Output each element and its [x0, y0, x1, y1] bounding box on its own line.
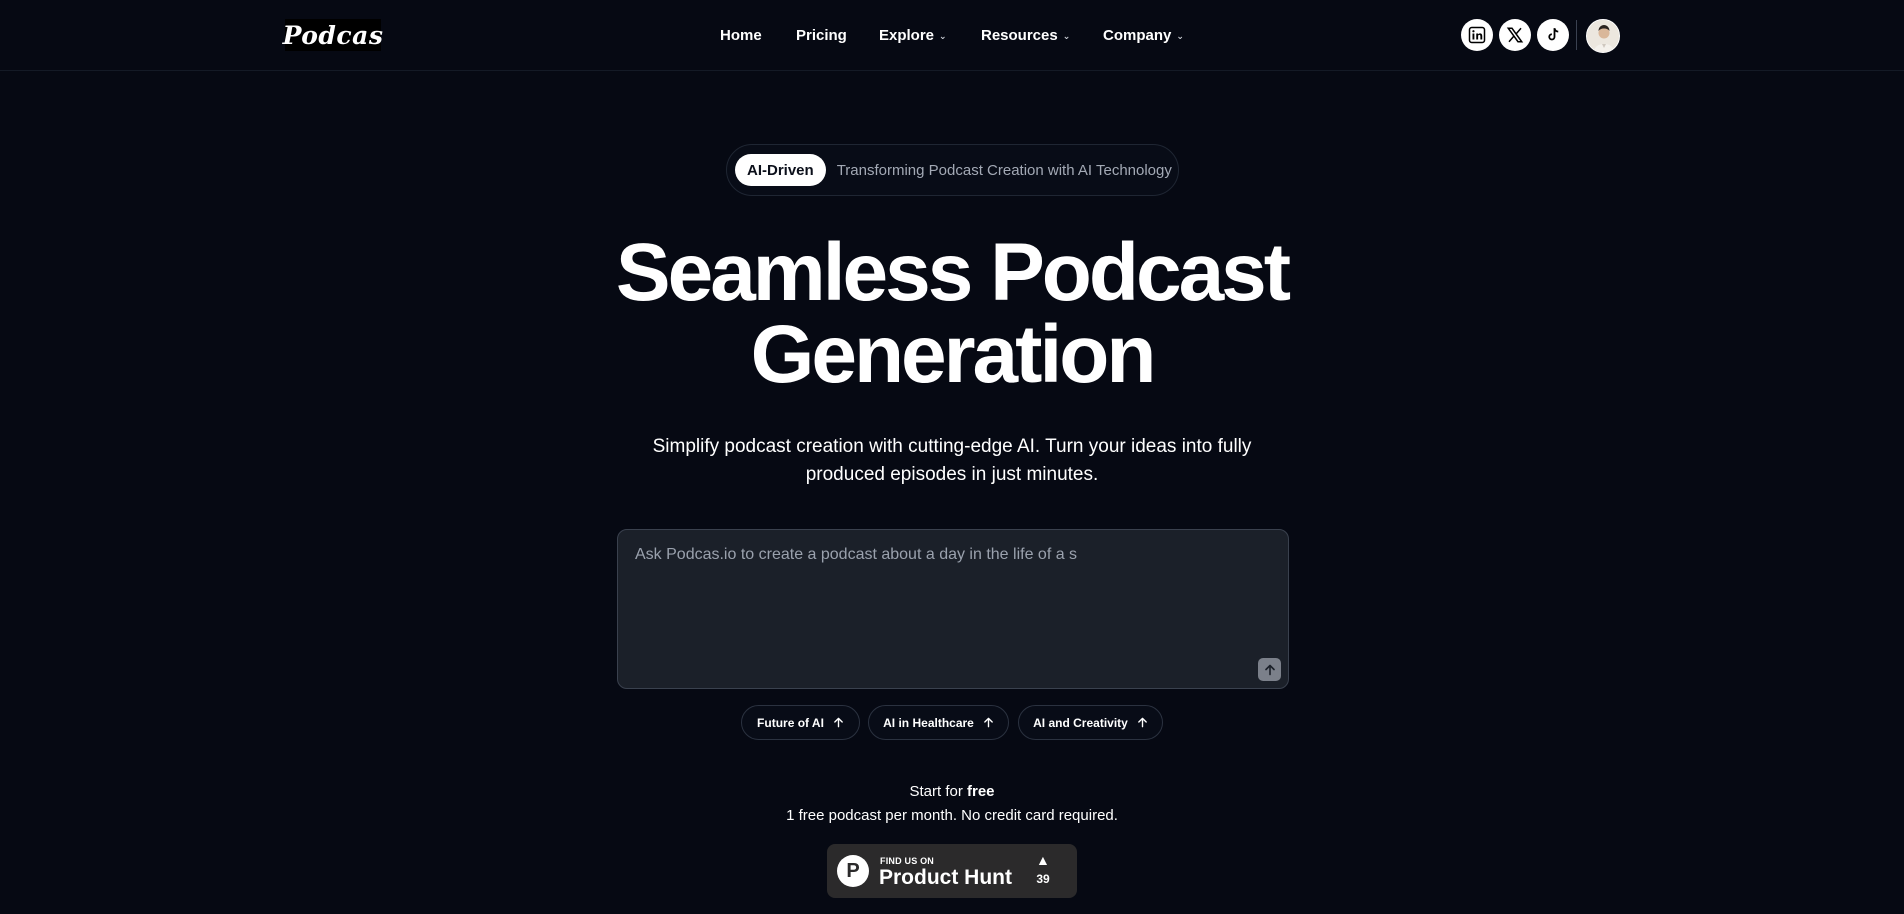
start-free-bold: free: [967, 783, 995, 800]
arrow-up-icon: [1264, 664, 1275, 675]
announcement-badge: AI-Driven Transforming Podcast Creation …: [726, 144, 1179, 196]
product-hunt-small-label: FIND US ON: [880, 856, 935, 866]
prompt-box: [617, 529, 1289, 689]
badge-text: Transforming Podcast Creation with AI Te…: [836, 161, 1172, 179]
x-button[interactable]: [1499, 19, 1531, 51]
product-hunt-badge[interactable]: P FIND US ON Product Hunt ▲ 39: [827, 844, 1077, 898]
send-button[interactable]: [1258, 658, 1281, 681]
nav-item-label: Resources: [981, 26, 1058, 44]
free-plan-note: 1 free podcast per month. No credit card…: [786, 807, 1118, 824]
prompt-input[interactable]: [635, 546, 1265, 666]
topic-chip-ai-in-healthcare[interactable]: AI in Healthcare: [868, 705, 1009, 740]
topic-chip-ai-and-creativity[interactable]: AI and Creativity: [1018, 705, 1163, 740]
nav-item-label: Explore: [879, 26, 935, 44]
topic-chip-label: AI and Creativity: [1033, 715, 1128, 730]
linkedin-icon: [1468, 26, 1486, 44]
brand-logo[interactable]: Podcas: [283, 19, 383, 51]
chevron-down-icon: ⌄: [1176, 30, 1184, 41]
topic-chip-future-of-ai[interactable]: Future of AI: [741, 705, 860, 740]
hero-subtitle: Simplify podcast creation with cutting-e…: [602, 433, 1302, 489]
arrow-up-icon: [1137, 717, 1147, 728]
linkedin-button[interactable]: [1461, 19, 1493, 51]
badge-pill: AI-Driven: [735, 154, 826, 186]
hero-subtitle-line1: Simplify podcast creation with cutting-e…: [652, 436, 1252, 457]
nav-item-home[interactable]: Home: [720, 24, 762, 46]
chevron-down-icon: ⌄: [939, 30, 947, 41]
nav-item-label: Pricing: [796, 26, 847, 44]
product-hunt-logo-icon: P: [837, 855, 869, 887]
arrow-up-icon: [834, 717, 843, 728]
avatar-image: [1587, 20, 1619, 52]
site-header: Podcas Home Pricing Explore ⌄ Resources …: [0, 0, 1904, 71]
start-free-text: Start for free: [752, 783, 1152, 800]
header-divider: [1576, 20, 1577, 50]
nav-item-explore[interactable]: Explore ⌄: [879, 24, 947, 46]
nav-item-pricing[interactable]: Pricing: [796, 24, 847, 46]
x-icon: [1506, 27, 1524, 43]
triangle-up-icon: ▲: [1036, 852, 1050, 868]
tiktok-icon: [1548, 28, 1559, 41]
topic-chip-label: Future of AI: [757, 715, 824, 730]
start-free-prefix: Start for: [909, 783, 967, 800]
page-title-line1: Seamless Podcast: [615, 227, 1291, 318]
product-hunt-label: Product Hunt: [879, 866, 1012, 889]
nav-item-label: Company: [1103, 26, 1172, 44]
page-title: Seamless Podcast Generation: [552, 232, 1352, 396]
nav-item-resources[interactable]: Resources ⌄: [981, 24, 1070, 46]
nav-item-label: Home: [720, 26, 762, 44]
topic-chip-label: AI in Healthcare: [883, 715, 974, 730]
hero-subtitle-line2: produced episodes in just minutes.: [805, 464, 1099, 485]
avatar[interactable]: [1586, 19, 1620, 53]
arrow-up-icon: [983, 717, 993, 728]
nav-item-company[interactable]: Company ⌄: [1103, 24, 1184, 46]
page-title-line2: Generation: [750, 309, 1157, 400]
tiktok-button[interactable]: [1537, 19, 1569, 51]
chevron-down-icon: ⌄: [1062, 30, 1071, 41]
product-hunt-votes: 39: [1036, 872, 1050, 886]
